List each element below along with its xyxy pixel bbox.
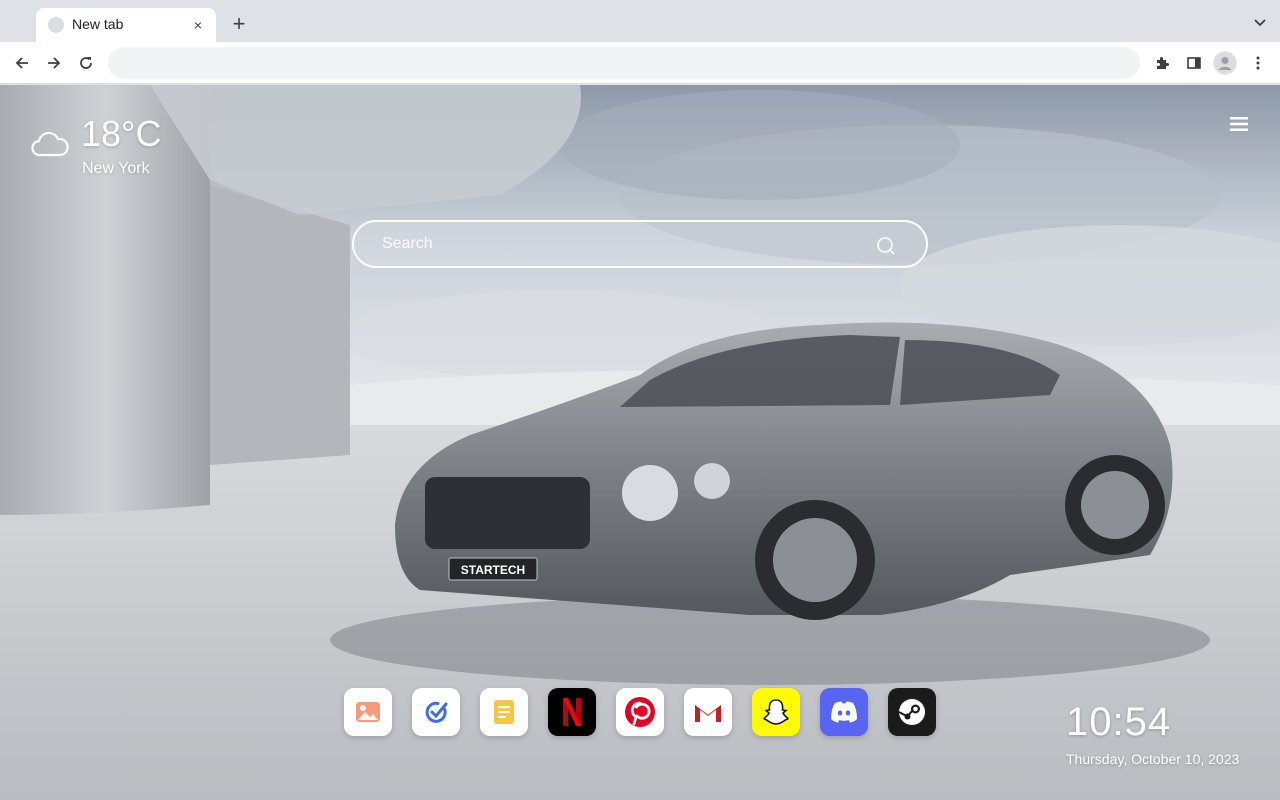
gmail-icon xyxy=(695,705,721,722)
profile-icon[interactable] xyxy=(1213,51,1237,75)
clock-date: Thursday, October 10, 2023 xyxy=(1066,751,1240,767)
city-name: New York xyxy=(82,160,150,177)
cloud-icon xyxy=(31,131,69,157)
clock-time: 10:54 xyxy=(1066,700,1172,744)
shortcuts-dock xyxy=(344,688,944,736)
temperature: 18°C xyxy=(81,113,162,154)
notes-icon xyxy=(494,700,514,724)
discord-shortcut[interactable] xyxy=(820,688,868,736)
tasks-shortcut[interactable] xyxy=(412,688,460,736)
pinterest-icon xyxy=(625,697,655,727)
snapchat-shortcut[interactable] xyxy=(752,688,800,736)
tab-strip: New tab × + xyxy=(0,0,1280,42)
search-box[interactable] xyxy=(352,220,928,268)
new-tab-page: STARTECH 18°C New York Search 10:54 Thur… xyxy=(0,85,1280,800)
hamburger-menu-icon[interactable] xyxy=(1230,116,1248,132)
new-tab-button[interactable]: + xyxy=(228,13,250,35)
toolbar xyxy=(0,42,1280,84)
tab-close-button[interactable]: × xyxy=(188,15,208,35)
back-icon[interactable] xyxy=(11,52,33,74)
search-icon[interactable] xyxy=(876,236,896,256)
notes-shortcut[interactable] xyxy=(480,688,528,736)
check-icon xyxy=(425,701,448,723)
extensions-icon[interactable] xyxy=(1150,51,1174,75)
snapchat-icon xyxy=(763,699,789,725)
favicon-icon xyxy=(48,17,64,33)
photos-icon xyxy=(356,702,380,722)
tab-new-tab[interactable]: New tab × xyxy=(36,8,216,42)
reload-icon[interactable] xyxy=(75,52,97,74)
clock-widget: 10:54 Thursday, October 10, 2023 xyxy=(1066,700,1239,767)
gmail-shortcut[interactable] xyxy=(684,688,732,736)
pinterest-shortcut[interactable] xyxy=(616,688,664,736)
steam-icon xyxy=(898,699,925,725)
netflix-shortcut[interactable] xyxy=(548,688,596,736)
address-bar[interactable] xyxy=(108,47,1140,79)
menu-dots-icon[interactable] xyxy=(1246,51,1270,75)
tab-title: New tab xyxy=(72,16,124,32)
side-panel-icon[interactable] xyxy=(1182,51,1206,75)
license-plate: STARTECH xyxy=(461,563,525,577)
steam-shortcut[interactable] xyxy=(888,688,936,736)
discord-icon xyxy=(831,701,857,723)
search-input[interactable] xyxy=(382,233,862,255)
photos-shortcut[interactable] xyxy=(344,688,392,736)
forward-icon[interactable] xyxy=(43,52,65,74)
netflix-icon xyxy=(563,698,581,726)
tab-search-icon[interactable] xyxy=(1252,14,1268,30)
